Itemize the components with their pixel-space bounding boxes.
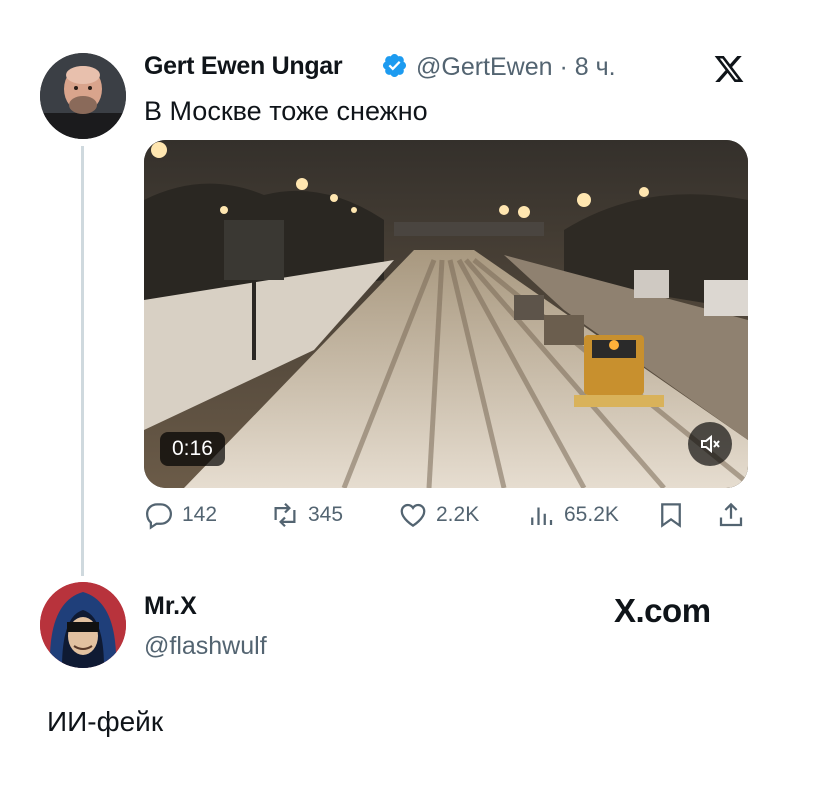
tweet-text: В Москве тоже снежно — [144, 96, 428, 126]
repost-icon — [274, 502, 296, 528]
author-avatar-image — [40, 53, 126, 139]
reply-button[interactable]: 142 — [144, 500, 217, 530]
reply-author-handle[interactable]: @flashwulf — [144, 632, 267, 661]
tweet-actions: 142 345 2.2K 65.2K — [144, 500, 750, 540]
tweet-video[interactable]: 0:16 — [144, 140, 748, 488]
share-button[interactable] — [716, 500, 746, 530]
author-name[interactable]: Gert Ewen Ungar — [144, 52, 343, 81]
reply-icon — [145, 503, 173, 530]
thread-connector-line — [81, 146, 84, 576]
video-duration: 0:16 — [160, 432, 225, 466]
reply-avatar-image — [40, 582, 126, 668]
like-button[interactable]: 2.2K — [398, 500, 479, 530]
views-icon — [531, 507, 553, 525]
reply-count: 142 — [182, 503, 218, 526]
reply-author-avatar[interactable] — [40, 582, 126, 668]
bookmark-button[interactable] — [656, 500, 686, 530]
reply-author-name[interactable]: Mr.X — [144, 592, 197, 621]
verified-badge-icon — [382, 53, 407, 78]
x-com-watermark: X.com — [614, 592, 711, 629]
like-icon — [400, 503, 426, 527]
volume-muted-icon[interactable] — [688, 422, 732, 466]
author-handle-time[interactable]: @GertEwen · 8 ч. — [416, 53, 616, 82]
x-logo-icon[interactable] — [712, 53, 746, 85]
views-count: 65.2K — [564, 503, 619, 526]
share-icon — [719, 502, 743, 527]
video-frame-snowy-highway — [144, 140, 748, 488]
reply-text: ИИ-фейк — [47, 706, 164, 737]
repost-button[interactable]: 345 — [270, 500, 343, 530]
repost-count: 345 — [308, 503, 344, 526]
bookmark-icon — [661, 503, 681, 528]
author-avatar[interactable] — [40, 53, 126, 139]
views-button[interactable]: 65.2K — [526, 500, 619, 530]
like-count: 2.2K — [436, 503, 480, 526]
